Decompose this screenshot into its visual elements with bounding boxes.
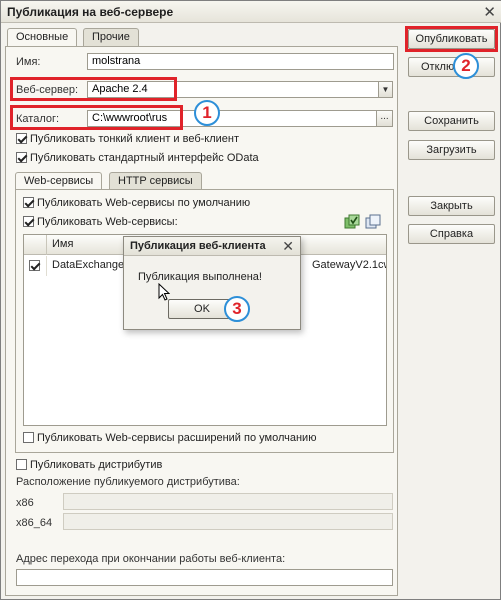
- badge-step-3: 3: [224, 296, 250, 322]
- odata-checkbox-row[interactable]: Публиковать стандартный интерфейс OData: [16, 152, 259, 166]
- redirect-field[interactable]: [16, 569, 393, 586]
- thin-client-checkbox[interactable]: [16, 133, 27, 144]
- check-all-icon[interactable]: [344, 214, 360, 230]
- thin-client-label: Публиковать тонкий клиент и веб-клиент: [30, 133, 240, 145]
- row-checkbox[interactable]: [29, 260, 40, 271]
- distrib-location-label: Расположение публикуемого дистрибутива:: [16, 476, 240, 488]
- row-file: GatewayV2.1cws: [312, 259, 386, 271]
- tab-http-services[interactable]: HTTP сервисы: [109, 172, 202, 190]
- load-button[interactable]: Загрузить: [408, 140, 495, 160]
- ws-default-label: Публиковать Web-сервисы по умолчанию: [37, 197, 251, 209]
- odata-label: Публиковать стандартный интерфейс OData: [30, 152, 259, 164]
- publish-window: Публикация на веб-сервере ✕ Основные Про…: [0, 0, 501, 600]
- close-button[interactable]: Закрыть: [408, 196, 495, 216]
- dialog-title-bar: Публикация веб-клиента ✕: [124, 237, 300, 256]
- ws-publish-label: Публиковать Web-сервисы:: [37, 216, 178, 228]
- publish-result-dialog: Публикация веб-клиента ✕ Публикация выпо…: [123, 236, 301, 330]
- badge-step-2: 2: [453, 53, 479, 79]
- save-button[interactable]: Сохранить: [408, 111, 495, 131]
- ws-default-checkbox[interactable]: [23, 197, 34, 208]
- ws-default-checkbox-row[interactable]: Публиковать Web-сервисы по умолчанию: [23, 197, 250, 211]
- odata-checkbox[interactable]: [16, 152, 27, 163]
- redirect-label: Адрес перехода при окончании работы веб-…: [16, 553, 286, 565]
- x86-label: x86: [16, 497, 34, 509]
- highlight-webserver: [10, 77, 177, 101]
- distrib-checkbox-row[interactable]: Публиковать дистрибутив: [16, 459, 162, 473]
- tab-other[interactable]: Прочие: [83, 28, 139, 47]
- ws-publish-checkbox[interactable]: [23, 216, 34, 227]
- highlight-catalog: [10, 105, 183, 130]
- browse-button[interactable]: ...: [376, 110, 393, 127]
- dialog-message: Публикация выполнена!: [138, 271, 262, 283]
- mouse-cursor-icon: [158, 283, 170, 301]
- close-icon[interactable]: ✕: [282, 238, 294, 255]
- chevron-down-icon[interactable]: ▼: [378, 81, 393, 98]
- thin-client-checkbox-row[interactable]: Публиковать тонкий клиент и веб-клиент: [16, 133, 239, 147]
- title-bar: Публикация на веб-сервере ✕: [1, 1, 501, 23]
- ws-extensions-label: Публиковать Web-сервисы расширений по ум…: [37, 432, 317, 444]
- unpublish-button[interactable]: Отклю: [408, 57, 495, 77]
- window-title: Публикация на веб-сервере: [7, 5, 174, 19]
- help-button[interactable]: Справка: [408, 224, 495, 244]
- badge-step-1: 1: [194, 100, 220, 126]
- row-name: DataExchange: [52, 259, 125, 271]
- ws-extensions-checkbox-row[interactable]: Публиковать Web-сервисы расширений по ум…: [23, 432, 316, 446]
- tab-main[interactable]: Основные: [7, 28, 78, 48]
- name-field[interactable]: molstrana: [87, 53, 394, 70]
- x86-64-field: [63, 513, 393, 530]
- ws-publish-checkbox-row[interactable]: Публиковать Web-сервисы:: [23, 216, 178, 230]
- name-label: Имя:: [16, 56, 41, 68]
- column-name-header[interactable]: Имя: [52, 238, 73, 250]
- distrib-checkbox[interactable]: [16, 459, 27, 470]
- x86-64-label: x86_64: [16, 517, 53, 529]
- highlight-publish: [405, 26, 498, 52]
- distrib-label: Публиковать дистрибутив: [30, 459, 163, 471]
- ws-extensions-checkbox[interactable]: [23, 432, 34, 443]
- copy-icon[interactable]: [365, 214, 381, 230]
- close-icon[interactable]: ✕: [483, 3, 496, 21]
- x86-field: [63, 493, 393, 510]
- dialog-title: Публикация веб-клиента: [130, 240, 266, 252]
